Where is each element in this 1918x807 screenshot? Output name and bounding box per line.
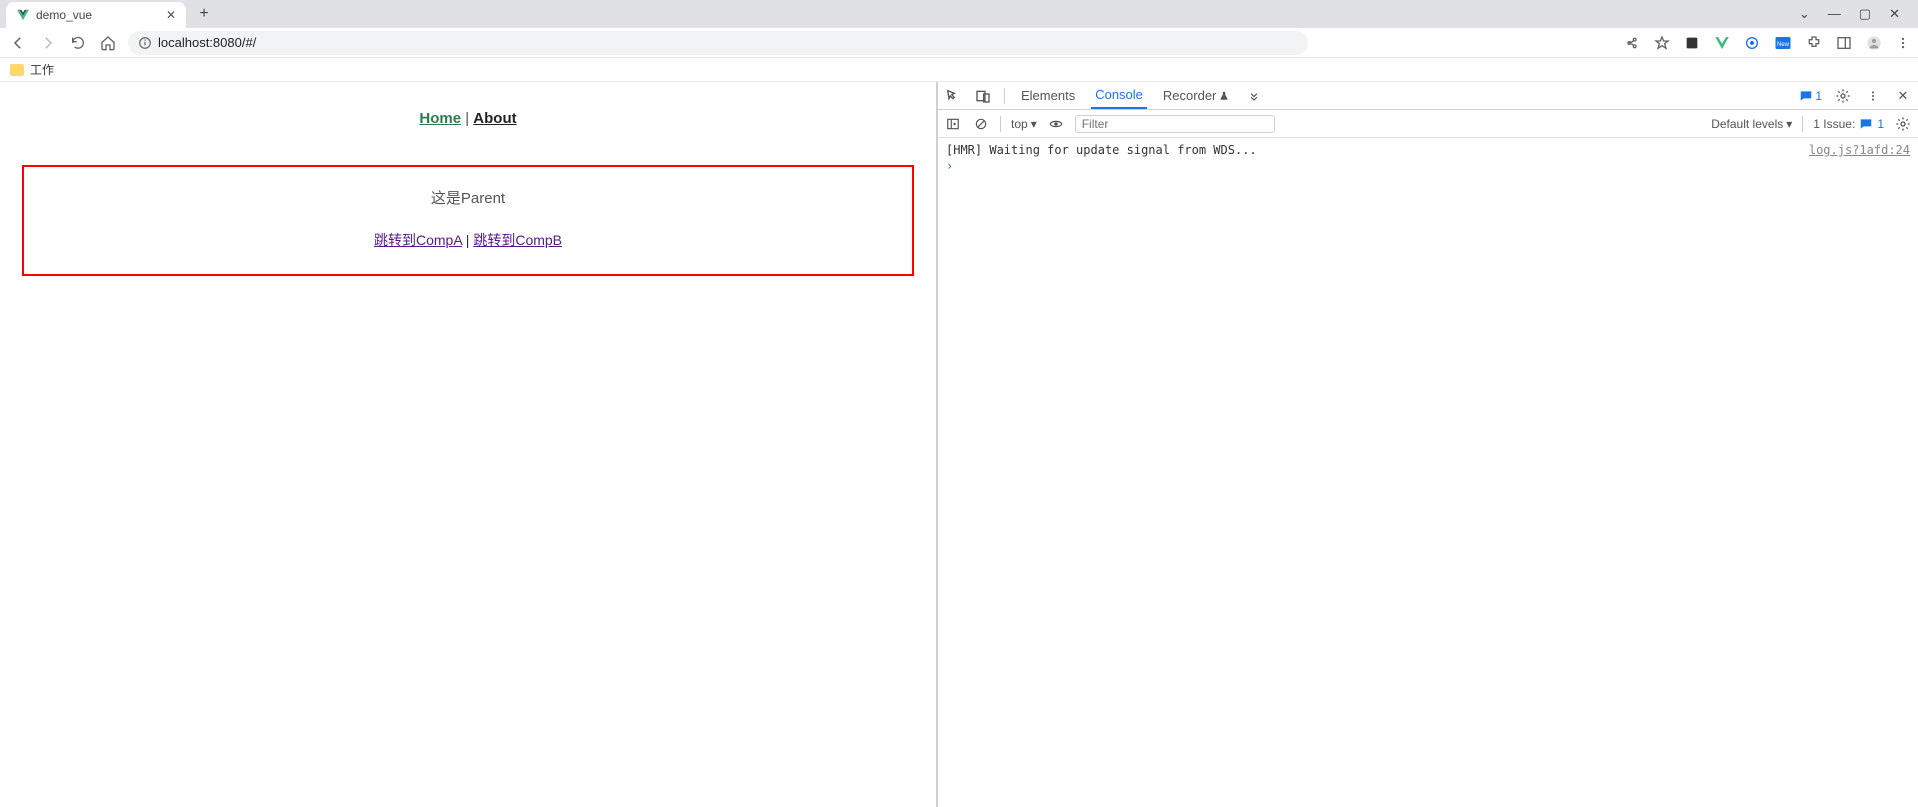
clear-console-icon[interactable] bbox=[972, 117, 990, 131]
issues-count: 1 bbox=[1877, 117, 1884, 131]
tab-title: demo_vue bbox=[36, 8, 160, 22]
extensions-icon[interactable] bbox=[1806, 35, 1822, 51]
home-button[interactable] bbox=[98, 35, 118, 51]
nav-home-link[interactable]: Home bbox=[419, 110, 461, 127]
issues-button[interactable]: 1 Issue: 1 bbox=[1813, 117, 1884, 131]
bookmark-folder-label[interactable]: 工作 bbox=[30, 61, 54, 78]
devtools-tabstrip: Elements Console Recorder 1 ✕ bbox=[938, 82, 1918, 110]
extension-3-icon[interactable] bbox=[1744, 35, 1760, 51]
web-page: Home | About 这是Parent 跳转到CompA | 跳转到Comp… bbox=[0, 82, 938, 807]
svg-text:New: New bbox=[1777, 42, 1790, 48]
content-area: Home | About 这是Parent 跳转到CompA | 跳转到Comp… bbox=[0, 82, 1918, 807]
console-source-link[interactable]: log.js?1afd:24 bbox=[1809, 143, 1910, 157]
inspect-element-icon[interactable] bbox=[944, 88, 962, 104]
side-panel-icon[interactable] bbox=[1836, 35, 1852, 51]
tab-recorder[interactable]: Recorder bbox=[1159, 82, 1233, 109]
menu-icon[interactable] bbox=[1896, 35, 1910, 51]
bookmark-bar: 工作 bbox=[0, 58, 1918, 82]
devtools-panel: Elements Console Recorder 1 ✕ t bbox=[938, 82, 1918, 807]
link-compb[interactable]: 跳转到CompB bbox=[473, 232, 562, 248]
console-prompt[interactable]: › bbox=[946, 158, 1910, 174]
live-expression-icon[interactable] bbox=[1047, 117, 1065, 131]
omnibox[interactable]: localhost:8080/#/ bbox=[128, 31, 1308, 55]
console-output[interactable]: [HMR] Waiting for update signal from WDS… bbox=[938, 138, 1918, 807]
browser-chrome: demo_vue ✕ + ⌄ — ▢ ✕ localhost:8080/#/ bbox=[0, 0, 1918, 82]
address-bar: localhost:8080/#/ New bbox=[0, 28, 1918, 58]
filter-input[interactable] bbox=[1075, 115, 1275, 133]
console-settings-icon[interactable] bbox=[1894, 116, 1912, 132]
tab-close-icon[interactable]: ✕ bbox=[166, 8, 176, 22]
parent-links: 跳转到CompA | 跳转到CompB bbox=[34, 230, 902, 250]
console-message: [HMR] Waiting for update signal from WDS… bbox=[946, 143, 1257, 157]
share-icon[interactable] bbox=[1624, 35, 1640, 51]
back-button[interactable] bbox=[8, 34, 28, 52]
chevron-down-icon: ▾ bbox=[1031, 117, 1037, 131]
devtools-menu-icon[interactable] bbox=[1864, 88, 1882, 104]
parent-box: 这是Parent 跳转到CompA | 跳转到CompB bbox=[22, 165, 914, 276]
folder-icon bbox=[10, 64, 24, 76]
vue-favicon-icon bbox=[16, 8, 30, 22]
chevron-down-icon: ▾ bbox=[1786, 117, 1792, 131]
devtools-settings-icon[interactable] bbox=[1834, 88, 1852, 104]
new-tab-button[interactable]: + bbox=[194, 5, 214, 23]
more-tabs-icon[interactable] bbox=[1245, 89, 1263, 103]
extension-1-icon[interactable] bbox=[1684, 35, 1700, 51]
vue-devtools-icon[interactable] bbox=[1714, 35, 1730, 51]
tab-elements[interactable]: Elements bbox=[1017, 82, 1079, 109]
window-controls: ⌄ — ▢ ✕ bbox=[1799, 6, 1912, 22]
parent-heading: 这是Parent bbox=[34, 187, 902, 208]
browser-tab[interactable]: demo_vue ✕ bbox=[6, 2, 186, 28]
context-label: top bbox=[1011, 117, 1028, 131]
nav-about-link[interactable]: About bbox=[473, 110, 516, 127]
devtools-close-icon[interactable]: ✕ bbox=[1894, 88, 1912, 104]
profile-icon[interactable] bbox=[1866, 35, 1882, 51]
forward-button[interactable] bbox=[38, 34, 58, 52]
console-sidebar-toggle-icon[interactable] bbox=[944, 117, 962, 131]
app-nav: Home | About bbox=[0, 110, 936, 127]
tab-console[interactable]: Console bbox=[1091, 82, 1147, 109]
prompt-chevron-icon: › bbox=[946, 159, 953, 173]
log-levels-selector[interactable]: Default levels ▾ bbox=[1711, 117, 1792, 131]
site-info-icon[interactable] bbox=[138, 36, 152, 50]
beaker-icon bbox=[1219, 90, 1229, 102]
issues-label: 1 Issue: bbox=[1813, 117, 1855, 131]
messages-badge[interactable]: 1 bbox=[1799, 89, 1822, 103]
chevron-down-icon[interactable]: ⌄ bbox=[1799, 6, 1810, 22]
device-toolbar-icon[interactable] bbox=[974, 88, 992, 104]
url-text: localhost:8080/#/ bbox=[158, 35, 256, 50]
levels-label: Default levels bbox=[1711, 117, 1783, 131]
maximize-icon[interactable]: ▢ bbox=[1859, 6, 1871, 22]
context-selector[interactable]: top ▾ bbox=[1011, 117, 1037, 131]
console-toolbar: top ▾ Default levels ▾ 1 Issue: 1 bbox=[938, 110, 1918, 138]
minimize-icon[interactable]: — bbox=[1828, 6, 1841, 22]
extension-4-icon[interactable]: New bbox=[1774, 35, 1792, 51]
reload-button[interactable] bbox=[68, 35, 88, 51]
tab-strip: demo_vue ✕ + ⌄ — ▢ ✕ bbox=[0, 0, 1918, 28]
link-compa[interactable]: 跳转到CompA bbox=[374, 232, 462, 248]
messages-count: 1 bbox=[1815, 89, 1822, 103]
close-window-icon[interactable]: ✕ bbox=[1889, 6, 1900, 22]
console-line: [HMR] Waiting for update signal from WDS… bbox=[946, 142, 1910, 158]
star-icon[interactable] bbox=[1654, 35, 1670, 51]
tab-recorder-label: Recorder bbox=[1163, 88, 1216, 103]
toolbar-right-icons: New bbox=[1624, 35, 1910, 51]
